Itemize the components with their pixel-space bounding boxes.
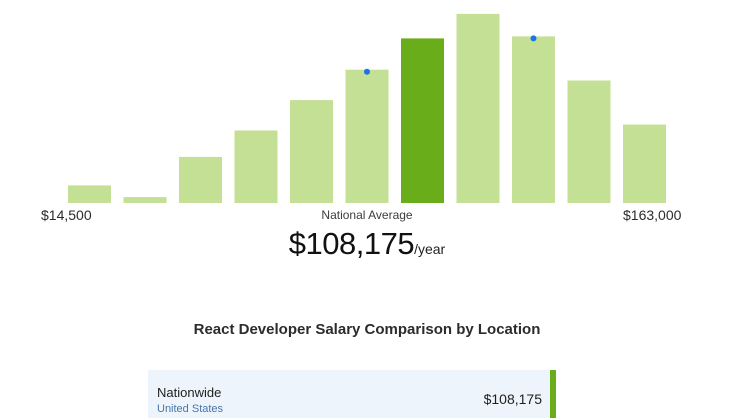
salary-histogram: [68, 13, 666, 204]
histogram-bar: [512, 36, 555, 204]
location-country: United States: [157, 403, 224, 415]
location-salary: $108,175: [483, 391, 542, 407]
histogram-bar: [68, 185, 111, 203]
histogram-bar-highlight: [401, 38, 444, 204]
histogram-bar: [456, 13, 500, 204]
histogram-bar: [623, 124, 666, 203]
national-average: $108,175/year: [0, 226, 734, 262]
comparison-title: React Developer Salary Comparison by Loc…: [193, 321, 541, 338]
location-row-nationwide[interactable]: Nationwide United States $108,175: [148, 370, 556, 418]
national-average-caption: National Average: [321, 208, 413, 222]
national-average-value: $108,175: [288, 226, 415, 261]
histogram-marker-dot: [364, 68, 370, 75]
histogram-bar: [123, 197, 167, 203]
histogram-marker-dot: [530, 35, 537, 42]
histogram-bar: [179, 156, 222, 203]
histogram-bar: [567, 80, 611, 203]
histogram-bar: [345, 69, 389, 203]
salary-unit: /year: [414, 241, 446, 257]
histogram-bar: [234, 130, 278, 203]
histogram-bar: [290, 100, 333, 203]
location-name: Nationwide: [157, 385, 222, 400]
